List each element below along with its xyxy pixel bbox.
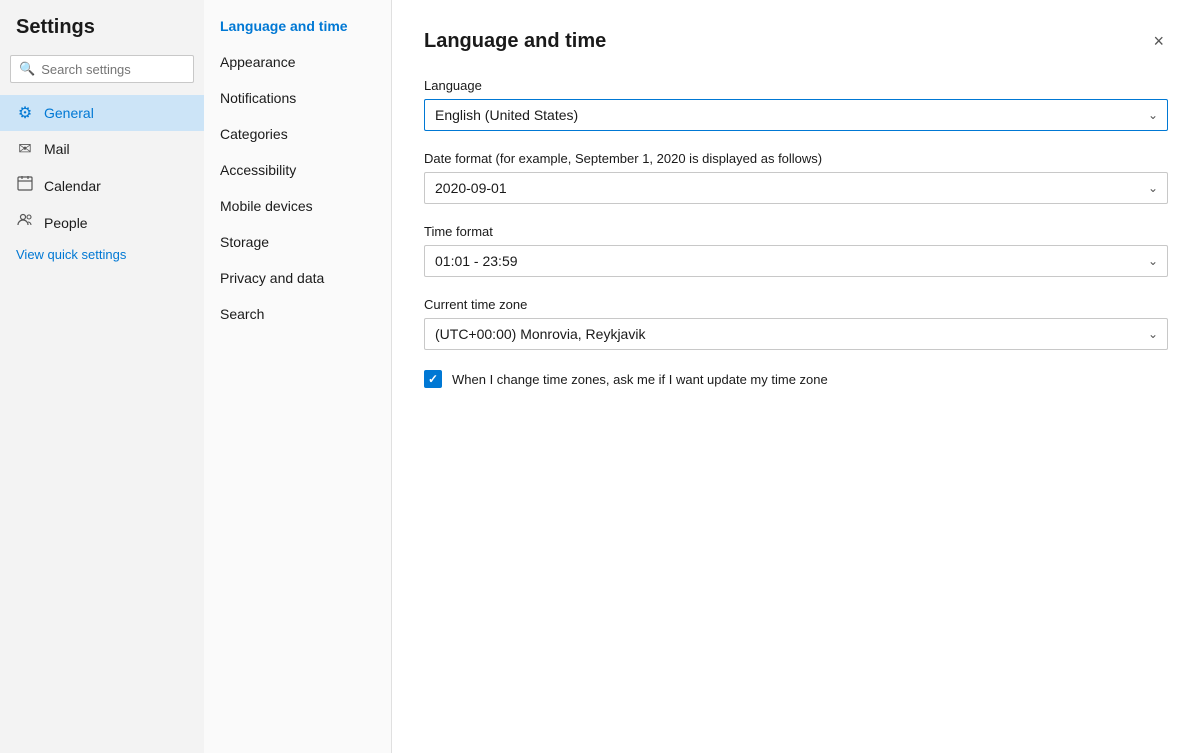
sub-item-accessibility[interactable]: Accessibility [204, 152, 391, 188]
sidebar-item-people[interactable]: People [0, 204, 204, 241]
sub-item-search[interactable]: Search [204, 296, 391, 332]
timezone-update-label: When I change time zones, ask me if I wa… [452, 372, 828, 387]
main-header: Language and time × [424, 28, 1168, 54]
sidebar-item-calendar[interactable]: Calendar [0, 167, 204, 204]
date-format-select-wrapper: 2020-09-01 ⌄ [424, 172, 1168, 204]
view-quick-settings-link[interactable]: View quick settings [0, 241, 204, 268]
timezone-select[interactable]: (UTC+00:00) Monrovia, Reykjavik [424, 318, 1168, 350]
timezone-update-checkbox[interactable]: ✓ [424, 370, 442, 388]
close-button[interactable]: × [1149, 28, 1168, 54]
sidebar-sub: Language and time Appearance Notificatio… [204, 0, 392, 753]
sub-item-categories[interactable]: Categories [204, 116, 391, 152]
search-input[interactable] [41, 62, 185, 77]
language-label: Language [424, 78, 1168, 93]
sidebar-item-general[interactable]: ⚙ General [0, 95, 204, 131]
date-format-select[interactable]: 2020-09-01 [424, 172, 1168, 204]
date-format-section: Date format (for example, September 1, 2… [424, 151, 1168, 204]
sub-item-notifications[interactable]: Notifications [204, 80, 391, 116]
sidebar-item-label-people: People [44, 215, 88, 231]
sub-item-privacy-and-data[interactable]: Privacy and data [204, 260, 391, 296]
mail-icon: ✉ [16, 139, 34, 159]
language-select-wrapper: English (United States) ⌄ [424, 99, 1168, 131]
language-select[interactable]: English (United States) [424, 99, 1168, 131]
calendar-icon [16, 175, 34, 196]
search-icon: 🔍 [19, 61, 35, 77]
language-section: Language English (United States) ⌄ [424, 78, 1168, 131]
app-title: Settings [0, 16, 204, 55]
page-title: Language and time [424, 30, 606, 53]
sidebar-left: Settings 🔍 ⚙ General ✉ Mail Calendar [0, 0, 204, 753]
time-format-select-wrapper: 01:01 - 23:59 ⌄ [424, 245, 1168, 277]
sub-item-language-and-time[interactable]: Language and time [204, 8, 391, 44]
time-format-select[interactable]: 01:01 - 23:59 [424, 245, 1168, 277]
timezone-section: Current time zone (UTC+00:00) Monrovia, … [424, 297, 1168, 350]
sidebar-item-label-general: General [44, 105, 94, 121]
search-box[interactable]: 🔍 [10, 55, 194, 83]
main-content: Language and time × Language English (Un… [392, 0, 1200, 753]
sidebar-item-label-calendar: Calendar [44, 178, 101, 194]
timezone-label: Current time zone [424, 297, 1168, 312]
sub-item-mobile-devices[interactable]: Mobile devices [204, 188, 391, 224]
general-icon: ⚙ [16, 103, 34, 123]
timezone-select-wrapper: (UTC+00:00) Monrovia, Reykjavik ⌄ [424, 318, 1168, 350]
time-format-section: Time format 01:01 - 23:59 ⌄ [424, 224, 1168, 277]
time-format-label: Time format [424, 224, 1168, 239]
sub-item-storage[interactable]: Storage [204, 224, 391, 260]
people-icon [16, 212, 34, 233]
timezone-update-row: ✓ When I change time zones, ask me if I … [424, 370, 1168, 388]
sidebar-item-mail[interactable]: ✉ Mail [0, 131, 204, 167]
sidebar-item-label-mail: Mail [44, 141, 70, 157]
date-format-label: Date format (for example, September 1, 2… [424, 151, 1168, 166]
sub-item-appearance[interactable]: Appearance [204, 44, 391, 80]
checkmark-icon: ✓ [428, 373, 438, 385]
